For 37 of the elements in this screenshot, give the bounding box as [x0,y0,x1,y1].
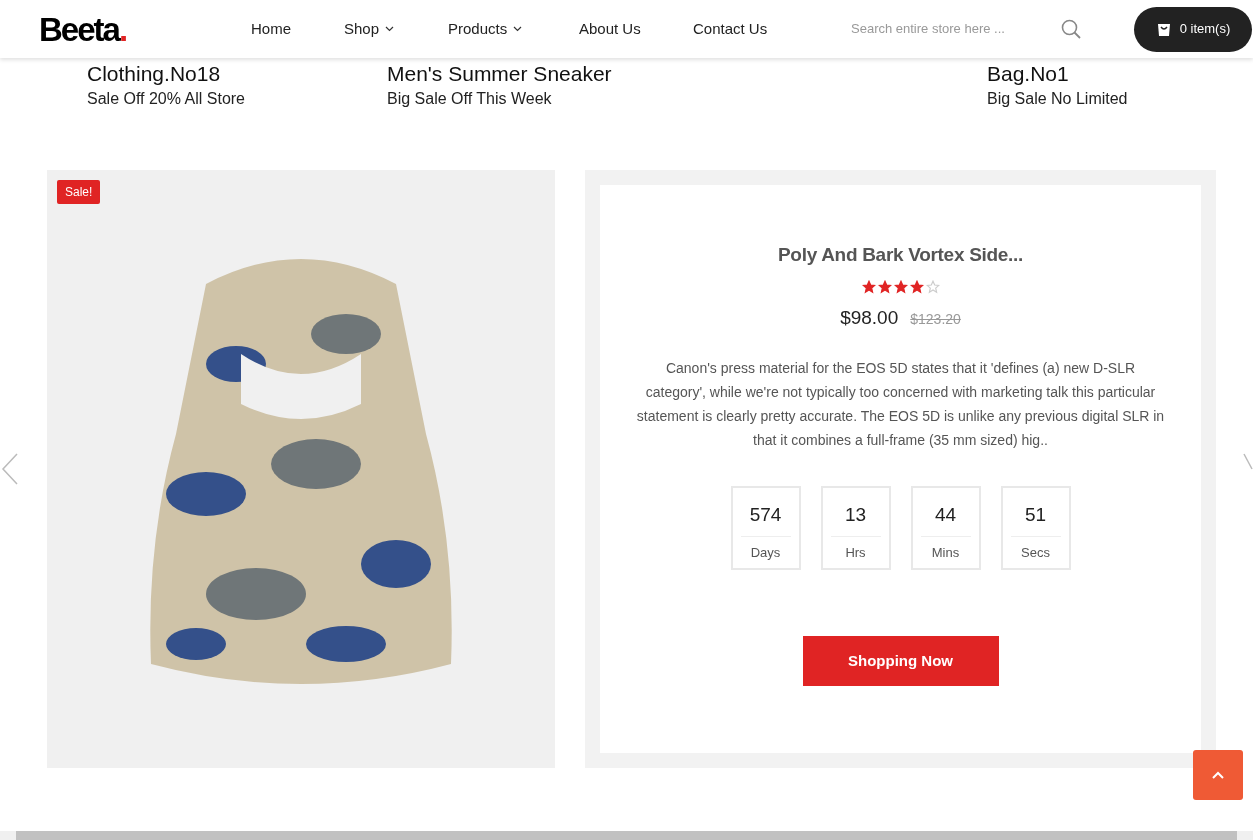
countdown-value: 44 [920,501,971,537]
countdown-unit: Hrs [845,543,866,562]
old-price: $123.20 [910,309,961,329]
countdown-unit: Secs [1021,543,1050,562]
banner-title: Clothing.No18 [87,62,222,86]
nav-link[interactable]: Shop [344,17,448,41]
product-title[interactable]: Poly And Bark Vortex Side... [778,241,1023,270]
scroll-top-button[interactable] [1193,750,1243,800]
countdown-unit: Days [750,543,781,562]
banner-subtitle: Big Sale No Limited [987,89,1128,109]
banner-subtitle: Big Sale Off This Week [387,89,553,109]
star-icon [861,279,876,294]
search-icon[interactable] [1061,19,1081,39]
nav-link[interactable]: Products [448,17,579,41]
nav-link[interactable]: Contact Us [693,17,793,41]
price: $98.00 [840,305,899,330]
search-field[interactable]: Search entire store here ... [851,19,1041,39]
banner-title: Bag.No1 [987,62,1070,86]
nav-link[interactable]: Home [251,17,344,41]
countdown-value: 574 [740,501,791,537]
star-icon [909,279,924,294]
shopping-now-button[interactable]: Shopping Now [802,636,999,686]
nav-link[interactable]: About Us [579,17,693,41]
banner-subtitle: Sale Off 20% All Store [87,89,245,109]
banner-title: Men's Summer Sneaker [387,62,612,86]
star-icon [893,279,908,294]
logo[interactable]: Beeta. [39,12,199,46]
star-icon [877,279,892,294]
shopping-bag-icon [1155,21,1172,37]
cart-button[interactable]: 0 item(s) [1134,6,1252,52]
countdown-value: 13 [830,501,881,537]
product-description: Canon's press material for the EOS 5D states that it 'defines (a) new D-SLR category', while we're not typically too concerned with marketing talk this particular statement is clearly pretty accurate. The EOS 5D is unlike any previous digital SLR in that it combines a full-frame (35 mm sized) hig.. [635,359,1166,450]
countdown-unit: Mins [931,543,960,562]
star-icon [925,279,940,294]
countdown-value: 51 [1010,501,1061,537]
chevron-up-icon [1212,771,1224,779]
sale-badge: Sale! [57,180,101,204]
